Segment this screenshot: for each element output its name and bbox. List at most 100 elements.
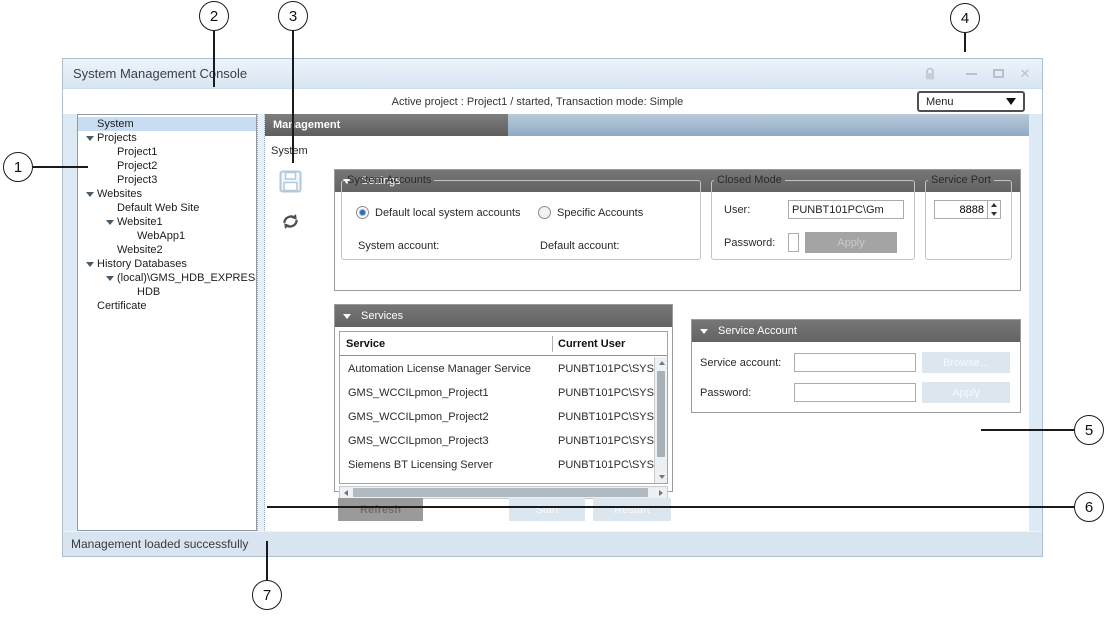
column-divider (552, 336, 553, 352)
tree-splitter[interactable] (257, 114, 265, 531)
service-name-cell: Siemens BT Licensing Server (340, 459, 552, 471)
restart-button[interactable]: Restart (593, 498, 671, 521)
toolbar: Active project : Project1 / started, Tra… (63, 89, 1042, 114)
browse-button[interactable]: Browse... (922, 352, 1010, 373)
services-table: Service Current User Automation License … (339, 331, 668, 484)
service-user-cell: PUNBT101PC\SYS (552, 411, 654, 423)
tree-item[interactable]: Website1 (78, 215, 256, 229)
start-button[interactable]: Start (509, 498, 585, 521)
menu-dropdown[interactable]: Menu (917, 91, 1025, 112)
close-button[interactable]: ✕ (1018, 67, 1032, 81)
callout-line (981, 429, 1074, 431)
service-port-spinner[interactable]: 8888 (934, 200, 1001, 219)
vertical-scrollbar[interactable] (654, 357, 667, 483)
radio-specific-accounts[interactable] (538, 206, 551, 219)
tree-expander-icon[interactable] (82, 262, 97, 267)
tab-row: Management (265, 114, 1029, 136)
page-title: System (271, 145, 308, 157)
tree-item[interactable]: Certificate (78, 299, 256, 313)
service-row[interactable]: Siemens BT Licensing ServerPUNBT101PC\SY… (340, 453, 654, 477)
service-row[interactable]: Automation License Manager ServicePUNBT1… (340, 357, 654, 381)
scroll-right-icon[interactable] (655, 487, 667, 498)
service-account-password-label: Password: (700, 387, 788, 399)
status-bar: Management loaded successfully (63, 531, 1042, 556)
save-button[interactable] (279, 170, 302, 198)
tree-item-label: HDB (137, 285, 160, 299)
service-row[interactable]: GMS_WCCILpmon_Project3PUNBT101PC\SYS (340, 429, 654, 453)
service-account-label: Service account: (700, 357, 788, 369)
callout-line (213, 31, 215, 87)
tree-item-label: Project3 (117, 173, 157, 187)
tree-item[interactable]: Project1 (78, 145, 256, 159)
service-account-panel-header[interactable]: Service Account (692, 320, 1020, 342)
tree-expander-icon[interactable] (102, 220, 117, 225)
spinner-up-icon[interactable] (988, 201, 1000, 210)
scroll-left-icon[interactable] (340, 487, 352, 498)
callout-number: 6 (1074, 492, 1104, 522)
vertical-scroll-thumb[interactable] (657, 371, 665, 457)
tab-management-label: Management (273, 119, 340, 131)
tree-item-label: Certificate (97, 299, 147, 313)
closed-mode-user-input[interactable]: PUNBT101PC\Gm (788, 200, 904, 219)
service-account-password-input[interactable] (794, 383, 916, 402)
service-user-cell: PUNBT101PC\SYS (552, 459, 654, 471)
maximize-button[interactable] (991, 67, 1005, 81)
callout-number: 5 (1074, 415, 1104, 445)
service-account-input[interactable] (794, 353, 916, 372)
tree-item[interactable]: (local)\GMS_HDB_EXPRESS (78, 271, 256, 285)
radio-default-local-accounts[interactable] (356, 206, 369, 219)
menu-dropdown-label: Menu (926, 96, 954, 108)
callout-line (266, 541, 268, 580)
services-panel-header[interactable]: Services (335, 305, 672, 327)
service-name-cell: GMS_WCCILpmon_Project3 (340, 435, 552, 447)
callout-number: 7 (252, 580, 282, 610)
service-row[interactable]: GMS_WCCILpmon_Project1PUNBT101PC\SYS (340, 381, 654, 405)
management-page: System Settings System A (265, 136, 1029, 531)
tree-item-label: Project1 (117, 145, 157, 159)
tree-item-label: Website2 (117, 243, 163, 257)
tree-item[interactable]: Project3 (78, 173, 256, 187)
tree-item[interactable]: Website2 (78, 243, 256, 257)
minimize-button[interactable] (964, 67, 978, 81)
tree-expander-icon[interactable] (82, 136, 97, 141)
tree-item[interactable]: System (78, 117, 256, 131)
tree-expander-icon[interactable] (82, 192, 97, 197)
scroll-down-icon[interactable] (655, 471, 668, 483)
closed-mode-password-label: Password: (724, 237, 782, 249)
tab-management[interactable]: Management (265, 114, 508, 136)
service-row[interactable]: Siemens GMS Closed Mode ServicePUNBT101P… (340, 477, 654, 483)
tree-item[interactable]: HDB (78, 285, 256, 299)
spinner-down-icon[interactable] (988, 210, 1000, 219)
scroll-up-icon[interactable] (655, 357, 668, 369)
tree-item[interactable]: Projects (78, 131, 256, 145)
right-frame-strip (1029, 114, 1042, 531)
horizontal-scroll-thumb[interactable] (353, 488, 648, 497)
tree-item[interactable]: WebApp1 (78, 229, 256, 243)
tree-item[interactable]: History Databases (78, 257, 256, 271)
tree-item[interactable]: Default Web Site (78, 201, 256, 215)
callout-number: 4 (950, 3, 980, 33)
tree-item-label: Websites (97, 187, 142, 201)
service-port-value[interactable]: 8888 (935, 201, 987, 218)
tree-item[interactable]: Websites (78, 187, 256, 201)
tab-strip-fill (508, 114, 1029, 136)
service-account-apply-button[interactable]: Apply (922, 382, 1010, 403)
left-frame-strip (63, 114, 77, 531)
closed-mode-apply-button[interactable]: Apply (805, 232, 897, 253)
col-header-service[interactable]: Service (340, 338, 552, 350)
title-bar[interactable]: System Management Console ✕ (63, 59, 1042, 89)
col-header-current-user[interactable]: Current User (552, 338, 625, 350)
tree-item-label: Project2 (117, 159, 157, 173)
service-account-panel-title: Service Account (718, 325, 797, 337)
tree-item[interactable]: Project2 (78, 159, 256, 173)
refresh-icon-button[interactable] (281, 212, 300, 236)
tree-item-label: Default Web Site (117, 201, 199, 215)
refresh-button[interactable]: Refresh (338, 498, 423, 521)
service-port-group: Service Port 8888 (925, 174, 1012, 260)
closed-mode-password-input[interactable] (788, 233, 799, 252)
window-title: System Management Console (73, 66, 247, 81)
tree-expander-icon[interactable] (102, 276, 117, 281)
closed-mode-user-label: User: (724, 204, 782, 216)
service-row[interactable]: GMS_WCCILpmon_Project2PUNBT101PC\SYS (340, 405, 654, 429)
services-table-header: Service Current User (340, 332, 667, 356)
